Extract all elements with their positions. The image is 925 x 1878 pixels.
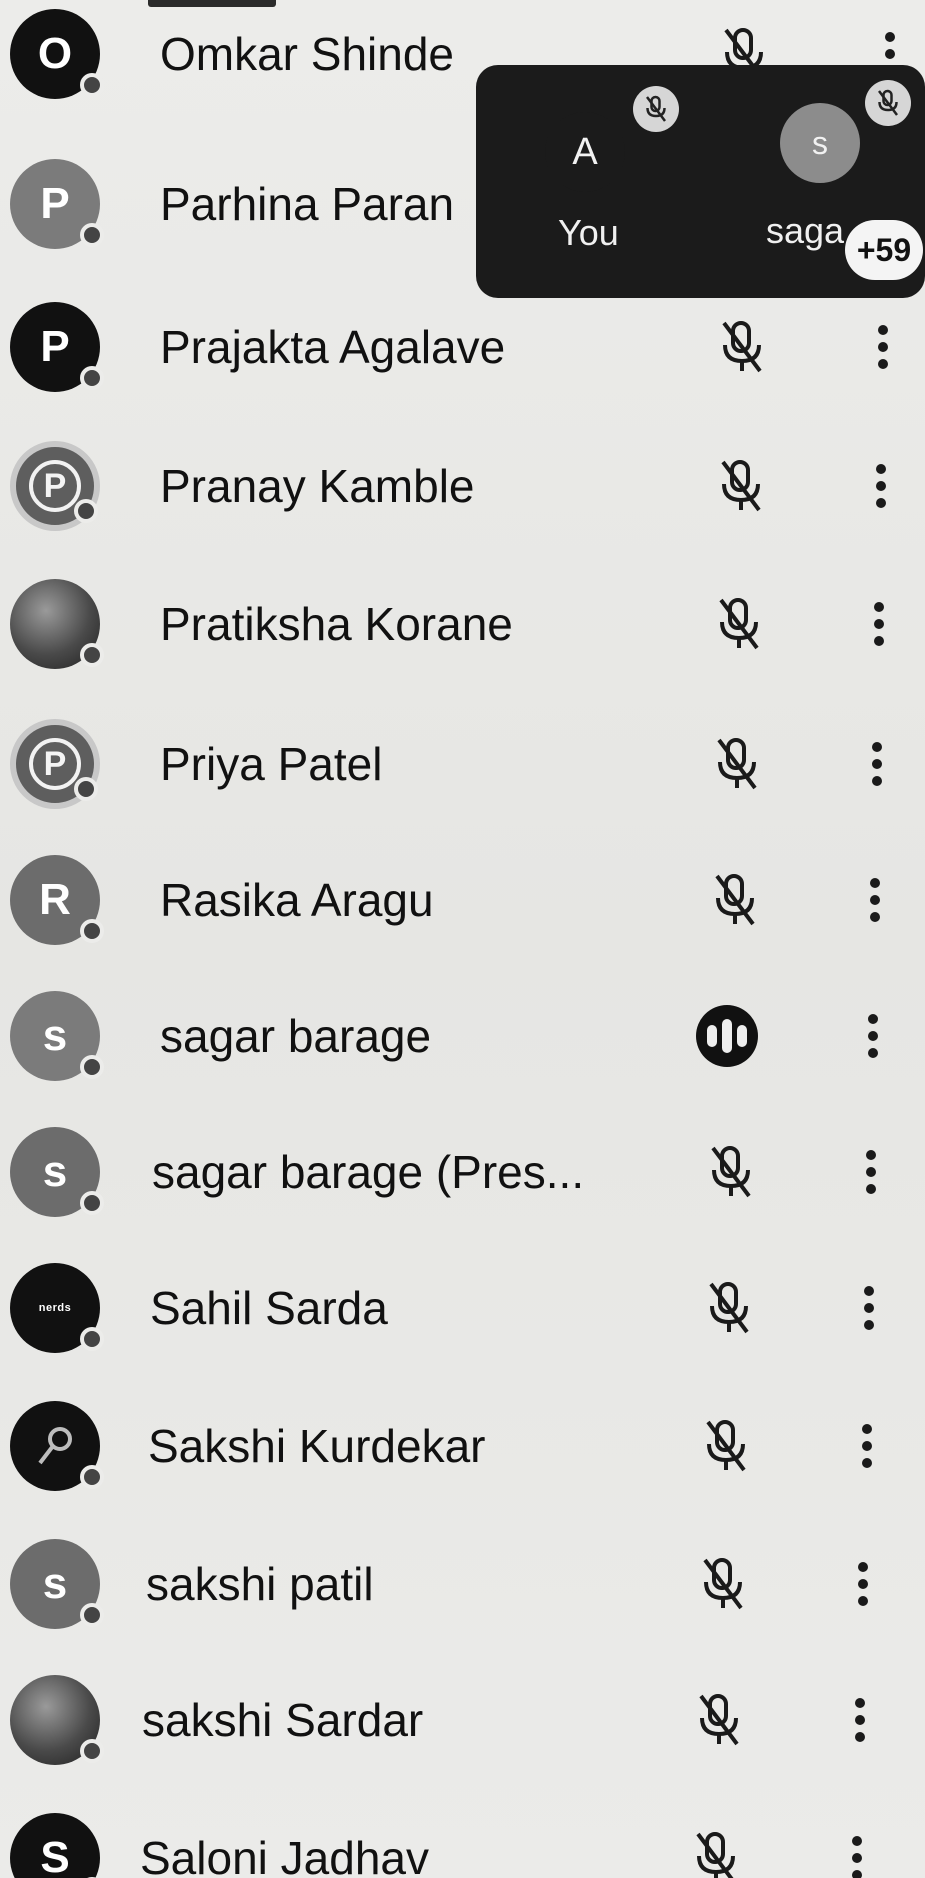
more-options-button[interactable] — [858, 1006, 888, 1066]
more-options-button[interactable] — [848, 1554, 878, 1614]
presence-dot — [80, 73, 104, 97]
more-options-button[interactable] — [852, 1416, 882, 1476]
avatar-photo — [10, 1401, 104, 1491]
more-options-button[interactable] — [842, 1828, 872, 1878]
mic-off-icon — [722, 321, 762, 373]
participant-name: Saloni Jadhav — [140, 1832, 429, 1878]
avatar: P — [10, 159, 104, 249]
more-options-button[interactable] — [845, 1690, 875, 1750]
participant-row[interactable]: P Prajakta Agalave — [0, 279, 925, 415]
participant-name: sagar barage — [160, 1010, 432, 1062]
avatar: P — [10, 302, 104, 392]
participant-name: Priya Patel — [160, 738, 383, 790]
avatar: R — [10, 855, 104, 945]
presence-dot — [80, 1465, 104, 1489]
mic-off-icon — [717, 738, 757, 790]
avatar: s — [10, 1127, 104, 1217]
participant-row[interactable]: P Pranay Kamble — [0, 418, 925, 554]
presence-dot — [80, 1603, 104, 1627]
participant-name: sakshi Sardar — [142, 1694, 424, 1746]
participants-screen: O Omkar Shinde P Parhina Paran P Prajakt… — [0, 0, 925, 1878]
avatar-letter: P — [29, 460, 81, 512]
participant-name: Prajakta Agalave — [160, 321, 506, 373]
participant-name: sagar barage (Pres... — [152, 1146, 585, 1198]
presence-dot — [80, 643, 104, 667]
participant-row[interactable]: Pratiksha Korane — [0, 556, 925, 692]
participant-mic-off-icon — [865, 80, 911, 126]
participant-avatar: s — [780, 103, 860, 183]
avatar-photo — [10, 579, 104, 669]
more-options-button[interactable] — [866, 456, 896, 516]
mic-off-icon — [711, 1146, 751, 1198]
presence-dot — [74, 777, 98, 801]
audio-level-icon — [696, 1005, 758, 1067]
more-options-button[interactable] — [862, 734, 892, 794]
avatar-photo — [10, 1675, 104, 1765]
presence-dot — [80, 1327, 104, 1351]
participant-row[interactable]: s sagar barage (Pres... — [0, 1104, 925, 1240]
mic-off-icon — [696, 1832, 735, 1878]
presence-dot — [80, 223, 104, 247]
mic-off-icon — [721, 460, 761, 512]
participant-name: Omkar Shinde — [160, 28, 455, 80]
presence-dot — [80, 1191, 104, 1215]
avatar: S — [10, 1813, 104, 1878]
avatar: s — [10, 991, 104, 1081]
participant-row[interactable]: s sagar barage — [0, 968, 925, 1104]
avatar-letter: P — [29, 738, 81, 790]
avatar: P — [10, 441, 100, 531]
participant-row[interactable]: S Saloni Jadhav — [0, 1790, 925, 1878]
avatar-logo: nerds — [10, 1263, 104, 1353]
more-options-button[interactable] — [868, 317, 898, 377]
avatar: P — [10, 719, 100, 809]
participant-row[interactable]: nerds Sahil Sarda — [0, 1240, 925, 1376]
participant-name: Parhina Paran — [160, 178, 455, 230]
presence-dot — [80, 1055, 104, 1079]
more-options-button[interactable] — [864, 594, 894, 654]
avatar-image — [38, 1427, 72, 1465]
presence-dot — [80, 366, 104, 390]
presence-dot — [80, 919, 104, 943]
participant-row[interactable]: R Rasika Aragu — [0, 832, 925, 968]
overflow-count-badge: +59 — [845, 220, 923, 280]
participant-name: Sahil Sarda — [150, 1282, 388, 1334]
participant-row[interactable]: sakshi Sardar — [0, 1652, 925, 1788]
participant-row[interactable]: P Priya Patel — [0, 696, 925, 832]
participant-name: Pranay Kamble — [160, 460, 475, 512]
presence-dot — [80, 1739, 104, 1763]
more-options-button[interactable] — [854, 1278, 884, 1338]
mic-off-icon — [703, 1558, 743, 1610]
mic-off-icon — [699, 1694, 739, 1746]
participant-name: Rasika Aragu — [160, 874, 434, 926]
mic-off-icon — [709, 1282, 749, 1334]
avatar: s — [10, 1539, 104, 1629]
mic-off-icon — [719, 598, 759, 650]
avatar: O — [10, 9, 104, 99]
more-options-button[interactable] — [856, 1142, 886, 1202]
participant-row[interactable]: s sakshi patil — [0, 1516, 925, 1652]
participant-label: saga — [766, 210, 845, 251]
mic-off-icon — [715, 874, 755, 926]
self-avatar: A — [545, 112, 625, 192]
self-mic-off-icon — [633, 86, 679, 132]
participant-row[interactable]: Sakshi Kurdekar — [0, 1378, 925, 1514]
mic-off-icon — [706, 1420, 746, 1472]
more-options-button[interactable] — [860, 870, 890, 930]
participant-name: Sakshi Kurdekar — [148, 1420, 486, 1472]
participant-name: sakshi patil — [146, 1558, 374, 1610]
self-label: You — [558, 212, 619, 253]
presence-dot — [74, 499, 98, 523]
participant-name: Pratiksha Korane — [160, 598, 513, 650]
